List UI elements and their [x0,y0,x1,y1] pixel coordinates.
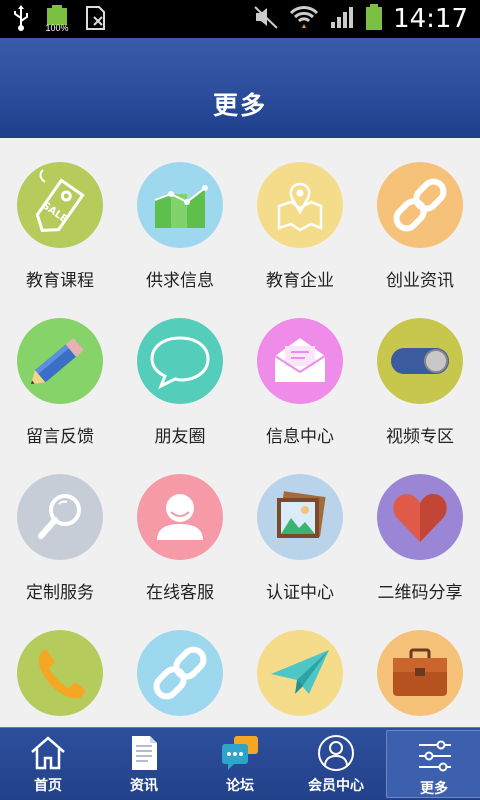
tile-briefcase[interactable] [360,606,480,728]
envelope-icon [274,338,326,382]
tile-certification-center[interactable]: 认证中心 [240,450,360,606]
tile-label: 留言反馈 [26,427,94,447]
tile-online-support[interactable]: 在线客服 [120,450,240,606]
home-icon [31,736,65,770]
battery-full-icon: 100% [44,5,70,35]
chat-bubble-icon [150,336,210,390]
signal-icon [329,4,355,34]
tile-icon-circle [257,474,343,560]
tile-icon-circle [137,318,223,404]
tile-icon-circle [257,318,343,404]
tile-label: 朋友圈 [154,427,206,447]
tile-icon-circle [257,630,343,716]
tile-supply-demand[interactable]: 供求信息 [120,138,240,294]
bar-chart-icon [154,185,208,228]
tile-label: 教育课程 [26,271,94,291]
tile-icon-circle [377,162,463,248]
picture-icon [277,491,326,538]
nav-label: 论坛 [226,778,254,794]
link-icon [153,646,207,700]
tile-icon-circle [377,474,463,560]
tile-label: 供求信息 [146,271,214,291]
battery-icon [365,3,383,35]
pencil-icon [31,338,84,385]
tile-label: 认证中心 [266,583,334,603]
nav-more[interactable]: 更多 [386,730,480,798]
page-title: 更多 [212,91,267,120]
clock: 14:17 [393,4,468,34]
feature-grid: SALE 教育课程 供求信息 教育企业 创业资讯 留言反馈 朋友圈 信息中心 视… [0,138,480,728]
tile-icon-circle [137,630,223,716]
document-icon [132,736,157,770]
link-icon [393,178,447,232]
tile-icon-circle [17,474,103,560]
tile-icon-circle [17,630,103,716]
toggle-icon [391,348,449,374]
nav-news[interactable]: 资讯 [96,728,192,800]
nav-label: 会员中心 [308,778,364,794]
tile-video-zone[interactable]: 视频专区 [360,294,480,450]
tile-custom-service[interactable]: 定制服务 [0,450,120,606]
tile-icon-circle [377,630,463,716]
tile-education-enterprise[interactable]: 教育企业 [240,138,360,294]
settings-sliders-icon [419,740,451,772]
usb-icon [12,4,30,36]
status-bar: 100% 14:17 [0,0,480,38]
nav-forum[interactable]: 论坛 [192,728,288,800]
status-left: 100% [12,4,108,36]
tile-icon-circle [137,162,223,248]
nav-home[interactable]: 首页 [0,728,96,800]
status-right: 14:17 [253,2,468,36]
map-pin-icon [277,182,323,232]
phone-icon [38,650,85,699]
tile-label: 在线客服 [146,583,214,603]
tile-education-courses[interactable]: SALE 教育课程 [0,138,120,294]
mute-icon [253,4,279,34]
tile-icon-circle [137,474,223,560]
tile-icon-circle: SALE [17,162,103,248]
tile-label: 教育企业 [266,271,334,291]
magnifier-icon [38,494,81,539]
tile-startup-news[interactable]: 创业资讯 [360,138,480,294]
battery-percent: 100% [45,23,69,33]
nav-member-center[interactable]: 会员中心 [288,728,384,800]
sim-missing-icon [84,5,108,35]
svg-text:SALE: SALE [40,200,70,225]
tile-label: 定制服务 [26,583,94,603]
tile-icon-circle [377,318,463,404]
nav-label: 首页 [34,778,62,794]
sale-tag-icon: SALE [35,169,85,232]
tile-icon-circle [17,318,103,404]
heart-icon [393,494,447,542]
nav-label: 更多 [420,781,448,797]
tile-send[interactable] [240,606,360,728]
tile-phone[interactable] [0,606,120,728]
tile-qr-share[interactable]: 二维码分享 [360,450,480,606]
wifi-icon [289,4,319,34]
forum-icon [222,736,258,770]
member-icon [318,735,354,771]
tile-label: 创业资讯 [386,271,454,291]
paper-plane-icon [271,650,329,694]
nav-label: 资讯 [130,778,158,794]
app-root: 100% 14:17 更多 SALE 教育课程 供求信息 教育企业 创业资讯 留… [0,0,480,800]
tile-moments[interactable]: 朋友圈 [120,294,240,450]
tile-link[interactable] [120,606,240,728]
briefcase-icon [393,648,447,696]
person-icon [157,494,203,540]
page-header: 更多 [0,38,480,138]
tile-message-center[interactable]: 信息中心 [240,294,360,450]
tile-label: 二维码分享 [377,583,463,603]
tile-feedback[interactable]: 留言反馈 [0,294,120,450]
tile-label: 视频专区 [386,427,454,447]
tile-label: 信息中心 [266,427,334,447]
bottom-nav: 首页 资讯 论坛 会员中心 更多 [0,727,480,800]
tile-icon-circle [257,162,343,248]
